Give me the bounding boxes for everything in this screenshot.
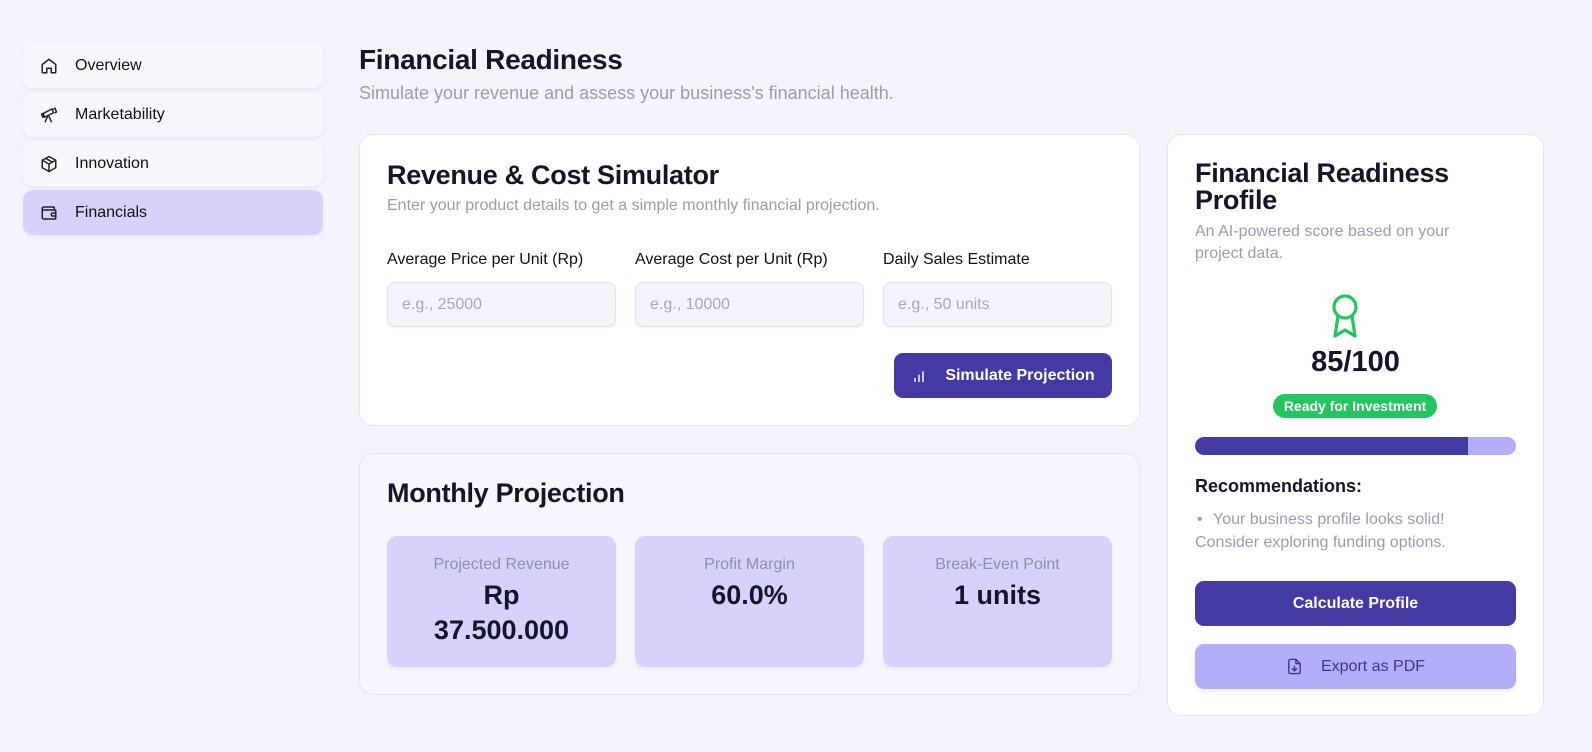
sidebar-item-label: Overview — [75, 56, 142, 74]
export-button-label: Export as PDF — [1320, 657, 1426, 675]
stat-label: Projected Revenue — [433, 556, 570, 573]
projected-revenue-stat: Projected Revenue Rp 37.500.000 — [387, 536, 616, 667]
simulator-title: Revenue & Cost Simulator — [387, 160, 719, 190]
sidebar-item-label: Innovation — [75, 154, 149, 172]
bar-chart-icon — [911, 368, 927, 384]
page-subtitle: Simulate your revenue and assess your bu… — [359, 83, 894, 103]
award-icon — [1328, 293, 1362, 339]
simulator-description: Enter your product details to get a simp… — [387, 197, 880, 214]
stat-label: Profit Margin — [704, 556, 795, 573]
score-progress-bar — [1195, 437, 1516, 455]
score-progress-fill — [1195, 437, 1468, 455]
sidebar-item-label: Marketability — [75, 105, 165, 123]
break-even-stat: Break-Even Point 1 units — [883, 536, 1112, 667]
recommendations-title: Recommendations: — [1195, 476, 1363, 496]
daily-sales-input[interactable] — [883, 282, 1112, 327]
stat-value: Rp 37.500.000 — [433, 580, 570, 645]
sidebar-item-overview[interactable]: Overview — [23, 43, 323, 88]
simulator-card: Revenue & Cost Simulator Enter your prod… — [359, 134, 1140, 426]
cost-label: Average Cost per Unit (Rp) — [635, 251, 828, 268]
profile-title: Financial Readiness Profile — [1195, 158, 1449, 215]
file-download-icon — [1286, 658, 1303, 675]
export-pdf-button[interactable]: Export as PDF — [1195, 644, 1516, 689]
price-label: Average Price per Unit (Rp) — [387, 251, 584, 268]
simulate-projection-button[interactable]: Simulate Projection — [894, 353, 1112, 398]
recommendation-item: • Your business profile looks solid! Cons… — [1195, 511, 1446, 551]
sidebar: Overview Marketability Innovation Financ… — [23, 43, 323, 239]
telescope-icon — [40, 106, 58, 124]
price-input[interactable] — [387, 282, 616, 327]
profit-margin-stat: Profit Margin 60.0% — [635, 536, 864, 667]
projection-title: Monthly Projection — [387, 478, 625, 508]
cost-input[interactable] — [635, 282, 864, 327]
financial-profile-card: Financial Readiness Profile An AI-powere… — [1167, 134, 1544, 716]
wallet-icon — [40, 204, 58, 222]
profile-description: An AI-powered score based on your projec… — [1195, 223, 1450, 262]
daily-sales-label: Daily Sales Estimate — [883, 251, 1030, 268]
stat-label: Break-Even Point — [935, 556, 1060, 573]
page-title: Financial Readiness — [359, 44, 623, 75]
sidebar-item-marketability[interactable]: Marketability — [23, 92, 323, 137]
simulate-button-label: Simulate Projection — [945, 366, 1095, 384]
home-icon — [40, 57, 58, 75]
projection-card: Monthly Projection Projected Revenue Rp … — [359, 453, 1140, 695]
stat-value: 60.0% — [711, 580, 788, 610]
recommendation-text: Your business profile looks solid! Consi… — [1195, 511, 1446, 551]
stat-value: 1 units — [953, 580, 1041, 610]
readiness-score: 85/100 — [1311, 346, 1400, 378]
sidebar-item-innovation[interactable]: Innovation — [23, 141, 323, 186]
status-badge: Ready for Investment — [1273, 394, 1437, 418]
box-icon — [40, 155, 58, 173]
calculate-button-label: Calculate Profile — [1292, 594, 1419, 612]
sidebar-item-financials[interactable]: Financials — [23, 190, 323, 235]
calculate-profile-button[interactable]: Calculate Profile — [1195, 581, 1516, 626]
sidebar-item-label: Financials — [75, 203, 148, 221]
